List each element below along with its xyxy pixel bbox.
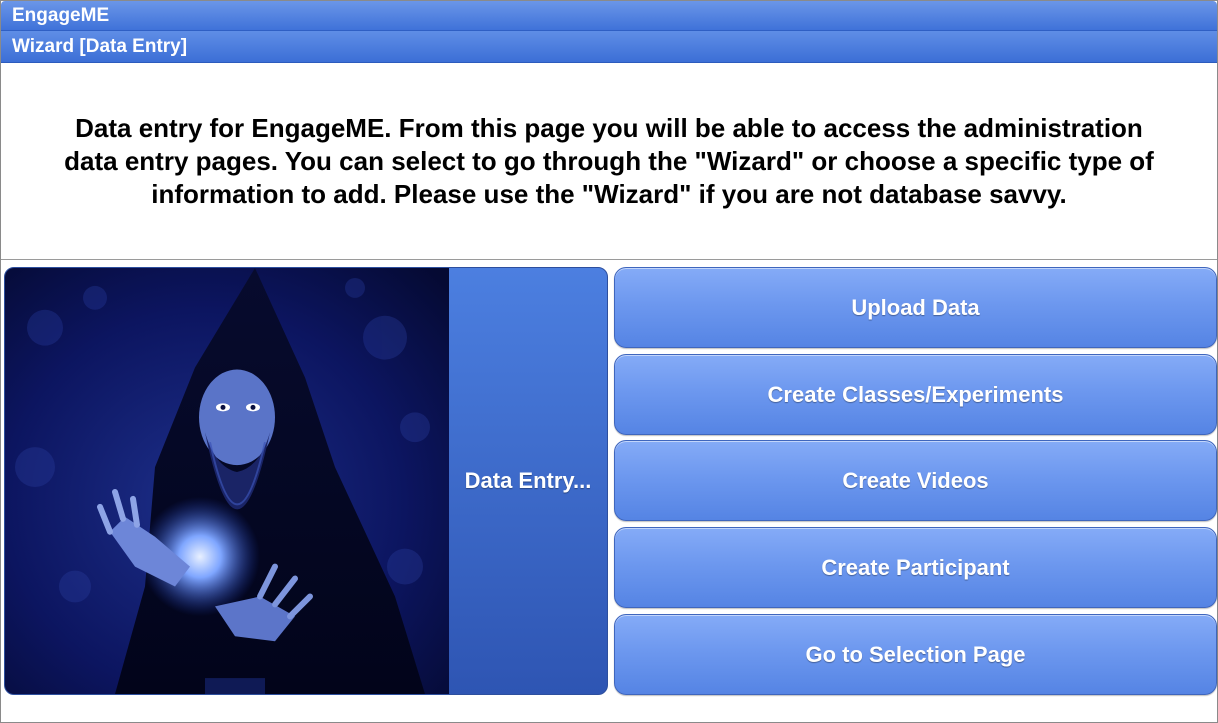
upload-data-button[interactable]: Upload Data (614, 267, 1217, 348)
create-videos-button[interactable]: Create Videos (614, 440, 1217, 521)
app-title-bar: EngageME (1, 1, 1217, 31)
app-window: EngageME Wizard [Data Entry] Data entry … (0, 0, 1218, 723)
wizard-label: Data Entry... (464, 468, 592, 493)
page-title: Wizard [Data Entry] (12, 35, 188, 57)
app-title: EngageME (12, 4, 110, 26)
create-classes-experiments-button[interactable]: Create Classes/Experiments (614, 354, 1217, 435)
page-title-bar: Wizard [Data Entry] (1, 31, 1217, 63)
intro-section: Data entry for EngageME. From this page … (1, 64, 1217, 260)
wizard-illustration-icon (5, 268, 449, 694)
go-to-selection-page-button[interactable]: Go to Selection Page (614, 614, 1217, 695)
wizard-button[interactable]: Data Entry... (4, 267, 608, 695)
intro-text: Data entry for EngageME. From this page … (64, 113, 1154, 209)
create-participant-button[interactable]: Create Participant (614, 527, 1217, 608)
